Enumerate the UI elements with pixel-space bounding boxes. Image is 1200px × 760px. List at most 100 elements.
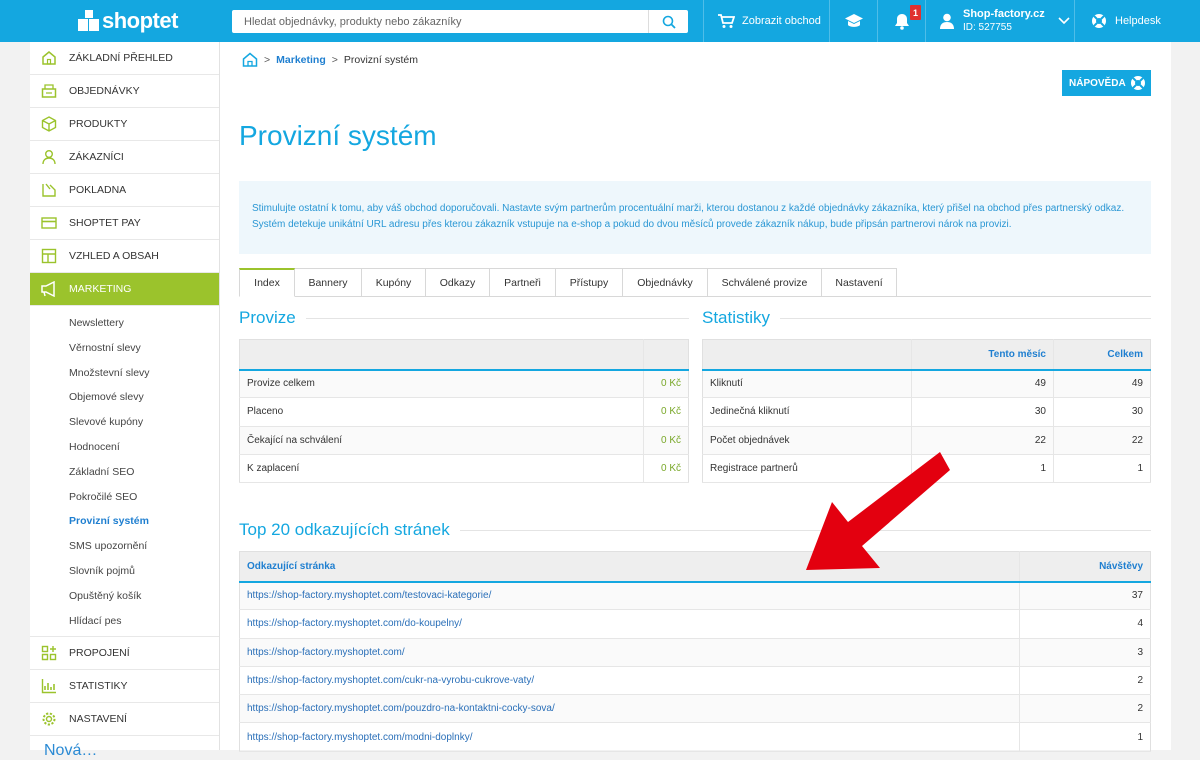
table-row: Jedinečná kliknutí 30 30 bbox=[702, 397, 1151, 427]
search-button[interactable] bbox=[648, 10, 688, 33]
stat-total: 30 bbox=[1053, 397, 1151, 427]
visits-count: 4 bbox=[1019, 609, 1151, 639]
user-name: Shop-factory.cz bbox=[963, 8, 1045, 20]
sidebar-item-overview[interactable]: ZÁKLADNÍ PŘEHLED bbox=[30, 42, 219, 75]
tab-orders[interactable]: Objednávky bbox=[623, 268, 708, 297]
megaphone-icon bbox=[40, 280, 58, 298]
provize-label: Čekající na schválení bbox=[239, 426, 644, 455]
stat-total: 1 bbox=[1053, 454, 1151, 484]
sidebar-footer-label: Nová… bbox=[44, 742, 98, 759]
table-row: https://shop-factory.myshoptet.com/modni… bbox=[239, 722, 1151, 752]
referrer-link[interactable]: https://shop-factory.myshoptet.com/testo… bbox=[247, 590, 491, 601]
submenu-item[interactable]: Hodnocení bbox=[30, 435, 219, 460]
submenu-item[interactable]: Slevové kupóny bbox=[30, 410, 219, 435]
main-content: > Marketing > Provizní systém NÁPOVĚDA P… bbox=[220, 42, 1171, 752]
notification-badge: 1 bbox=[910, 5, 921, 20]
help-button[interactable]: NÁPOVĚDA bbox=[1062, 70, 1151, 96]
provize-label: Provize celkem bbox=[239, 369, 644, 399]
connect-icon bbox=[40, 644, 58, 662]
sidebar-item-shoptet-pay[interactable]: SHOPTET PAY bbox=[30, 207, 219, 240]
submenu-item[interactable]: Objemové slevy bbox=[30, 385, 219, 410]
sidebar-item-label: POKLADNA bbox=[69, 184, 127, 196]
sidebar-item-connections[interactable]: PROPOJENÍ bbox=[30, 637, 219, 671]
provize-label: Placeno bbox=[239, 397, 644, 427]
notifications-button[interactable]: 1 bbox=[877, 0, 925, 42]
col-header-total: Celkem bbox=[1053, 339, 1151, 371]
user-menu[interactable]: Shop-factory.cz ID: 527755 bbox=[925, 0, 1074, 42]
section-divider bbox=[239, 318, 689, 319]
referrer-link[interactable]: https://shop-factory.myshoptet.com/do-ko… bbox=[247, 618, 462, 629]
stat-month: 49 bbox=[911, 369, 1054, 399]
referrer-link[interactable]: https://shop-factory.myshoptet.com/pouzd… bbox=[247, 703, 555, 714]
sidebar-item-label: PRODUKTY bbox=[69, 118, 128, 130]
visits-count: 37 bbox=[1019, 581, 1151, 611]
stat-label: Kliknutí bbox=[702, 369, 912, 399]
submenu-item[interactable]: Věrnostní slevy bbox=[30, 336, 219, 361]
help-button-label: NÁPOVĚDA bbox=[1069, 77, 1126, 89]
academy-button[interactable] bbox=[829, 0, 877, 42]
tab-bar: Index Bannery Kupóny Odkazy Partneři Pří… bbox=[239, 268, 1151, 297]
submenu-item[interactable]: Slovník pojmů bbox=[30, 559, 219, 584]
statistiky-title: Statistiky bbox=[702, 308, 781, 328]
sidebar-item-orders[interactable]: OBJEDNÁVKY bbox=[30, 75, 219, 108]
tab-access[interactable]: Přístupy bbox=[556, 268, 623, 297]
tab-index[interactable]: Index bbox=[239, 268, 295, 297]
stat-month: 30 bbox=[911, 397, 1054, 427]
provize-value: 0 Kč bbox=[643, 397, 689, 427]
user-icon bbox=[940, 13, 954, 29]
sidebar-item-statistics[interactable]: STATISTIKY bbox=[30, 670, 219, 704]
referrer-link[interactable]: https://shop-factory.myshoptet.com/ bbox=[247, 647, 405, 658]
lifebuoy-icon bbox=[1092, 14, 1106, 28]
sidebar-item-appearance[interactable]: VZHLED A OBSAH bbox=[30, 240, 219, 273]
gear-icon bbox=[40, 710, 58, 728]
sidebar-item-settings[interactable]: NASTAVENÍ bbox=[30, 703, 219, 737]
logo-text: shoptet bbox=[102, 8, 178, 33]
sidebar-item-customers[interactable]: ZÁKAZNÍCI bbox=[30, 141, 219, 174]
referrer-link[interactable]: https://shop-factory.myshoptet.com/cukr-… bbox=[247, 675, 534, 686]
bell-icon bbox=[894, 13, 909, 30]
submenu-item[interactable]: Pokročilé SEO bbox=[30, 485, 219, 510]
stat-total: 22 bbox=[1053, 426, 1151, 455]
table-row: https://shop-factory.myshoptet.com/cukr-… bbox=[239, 666, 1151, 696]
tab-settings[interactable]: Nastavení bbox=[822, 268, 897, 297]
sidebar-item-label: ZÁKLADNÍ PŘEHLED bbox=[69, 52, 173, 64]
breadcrumb-current: Provizní systém bbox=[343, 53, 418, 66]
submenu-item[interactable]: Základní SEO bbox=[30, 460, 219, 485]
shoptet-logo[interactable]: shoptet bbox=[78, 8, 178, 33]
submenu-item[interactable]: Množstevní slevy bbox=[30, 361, 219, 386]
helpdesk-button[interactable]: Helpdesk bbox=[1074, 0, 1200, 42]
home-icon[interactable] bbox=[242, 52, 258, 67]
lifebuoy-icon bbox=[1131, 76, 1145, 90]
chart-icon bbox=[40, 677, 58, 695]
submenu-item[interactable]: Newslettery bbox=[30, 311, 219, 336]
breadcrumb-separator: > bbox=[331, 53, 338, 66]
provize-label: K zaplacení bbox=[239, 454, 644, 484]
cart-icon bbox=[718, 14, 735, 28]
tab-partners[interactable]: Partneři bbox=[490, 268, 556, 297]
table-row: Čekající na schválení 0 Kč bbox=[239, 426, 689, 455]
breadcrumb-marketing-link[interactable]: Marketing bbox=[276, 54, 326, 66]
tab-coupons[interactable]: Kupóny bbox=[362, 268, 426, 297]
submenu-item[interactable]: Opuštěný košík bbox=[30, 584, 219, 609]
show-store-button[interactable]: Zobrazit obchod bbox=[703, 0, 829, 42]
visits-count: 2 bbox=[1019, 694, 1151, 724]
tab-links[interactable]: Odkazy bbox=[426, 268, 490, 297]
tab-banners[interactable]: Bannery bbox=[295, 268, 362, 297]
provize-value: 0 Kč bbox=[643, 454, 689, 484]
sidebar-item-register[interactable]: POKLADNA bbox=[30, 174, 219, 207]
sidebar-item-products[interactable]: PRODUKTY bbox=[30, 108, 219, 141]
table-row: https://shop-factory.myshoptet.com/3 bbox=[239, 638, 1151, 667]
user-id: ID: 527755 bbox=[963, 22, 1012, 33]
referrer-link[interactable]: https://shop-factory.myshoptet.com/modni… bbox=[247, 732, 472, 743]
tab-approved-commissions[interactable]: Schválené provize bbox=[708, 268, 822, 297]
table-row: K zaplacení 0 Kč bbox=[239, 454, 689, 484]
visits-count: 3 bbox=[1019, 638, 1151, 667]
submenu-item[interactable]: Hlídací pes bbox=[30, 609, 219, 634]
sidebar-item-marketing[interactable]: MARKETING bbox=[30, 273, 219, 306]
search-input[interactable] bbox=[232, 10, 648, 33]
submenu-item-active[interactable]: Provizní systém bbox=[30, 509, 219, 534]
table-row: Kliknutí 49 49 bbox=[702, 369, 1151, 399]
annotation-arrow-icon bbox=[806, 452, 950, 570]
submenu-item[interactable]: SMS upozornění bbox=[30, 534, 219, 559]
col-header-this-month: Tento měsíc bbox=[911, 339, 1054, 371]
